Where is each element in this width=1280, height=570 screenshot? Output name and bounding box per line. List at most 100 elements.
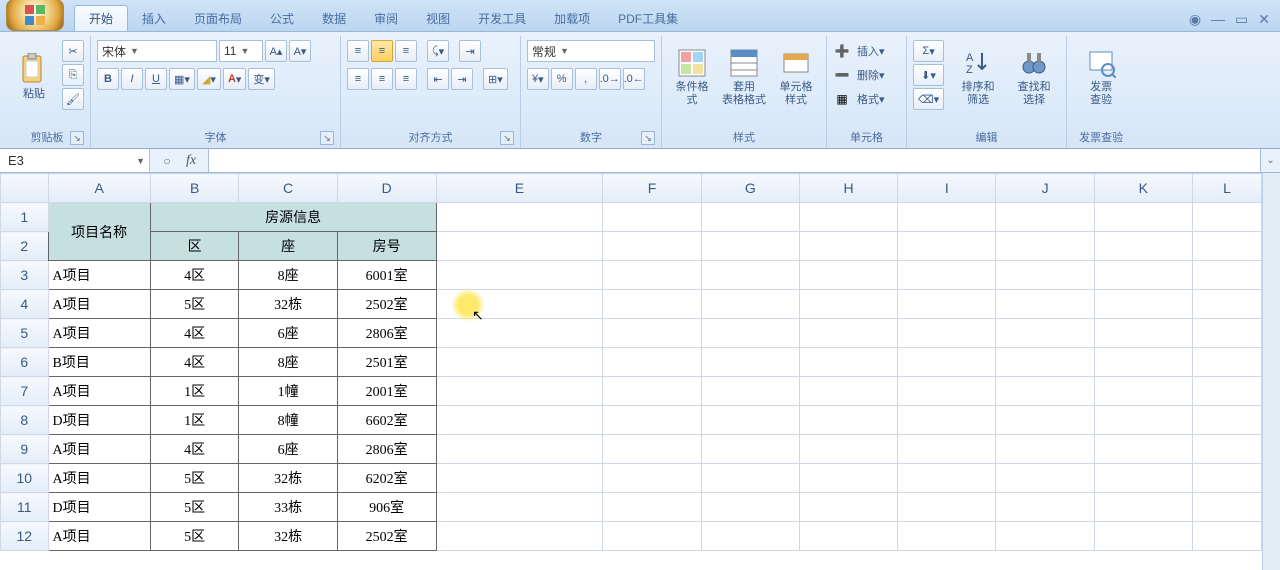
paste-button[interactable]: 粘贴 (10, 40, 58, 114)
cell[interactable] (799, 319, 897, 348)
row-header-6[interactable]: 6 (1, 348, 49, 377)
cell[interactable] (603, 522, 701, 551)
header-sub-0[interactable]: 区 (150, 232, 239, 261)
header-housing-info[interactable]: 房源信息 (150, 203, 436, 232)
cell[interactable] (898, 348, 996, 377)
cell[interactable] (436, 377, 603, 406)
cell[interactable]: 6602室 (337, 406, 436, 435)
close-icon[interactable]: ✕ (1258, 11, 1270, 28)
cell[interactable] (701, 319, 799, 348)
row-header-1[interactable]: 1 (1, 203, 49, 232)
cell[interactable] (1193, 522, 1262, 551)
minimize-icon[interactable]: — (1211, 11, 1225, 27)
cell[interactable]: A项目 (48, 319, 150, 348)
underline-button[interactable]: U (145, 68, 167, 90)
insert-cells-button[interactable]: 插入▾ (853, 40, 889, 62)
expand-icon[interactable]: ↘ (641, 131, 655, 145)
cell[interactable] (996, 319, 1094, 348)
cell[interactable] (436, 319, 603, 348)
cell[interactable] (1094, 203, 1192, 232)
increase-font-button[interactable]: A▴ (265, 40, 287, 62)
cell[interactable] (898, 319, 996, 348)
cell[interactable] (996, 377, 1094, 406)
row-header-11[interactable]: 11 (1, 493, 49, 522)
conditional-format-button[interactable]: 条件格式 (668, 40, 716, 114)
cell[interactable]: 2502室 (337, 290, 436, 319)
cell[interactable] (603, 464, 701, 493)
cell[interactable]: 8座 (239, 261, 337, 290)
cell[interactable] (1193, 435, 1262, 464)
expand-icon[interactable]: ↘ (500, 131, 514, 145)
tab-开始[interactable]: 开始 (74, 5, 128, 31)
tab-视图[interactable]: 视图 (412, 6, 464, 31)
col-header-J[interactable]: J (996, 174, 1094, 203)
italic-button[interactable]: I (121, 68, 143, 90)
cell[interactable]: 32栋 (239, 464, 337, 493)
cell[interactable]: 2001室 (337, 377, 436, 406)
cell[interactable]: 32栋 (239, 522, 337, 551)
cut-button[interactable]: ✂ (62, 40, 84, 62)
cell[interactable]: A项目 (48, 522, 150, 551)
header-project-name[interactable]: 项目名称 (48, 203, 150, 261)
cell[interactable] (1094, 261, 1192, 290)
row-header-8[interactable]: 8 (1, 406, 49, 435)
cell[interactable] (603, 203, 701, 232)
col-header-H[interactable]: H (799, 174, 897, 203)
delete-cells-button[interactable]: 删除▾ (853, 64, 889, 86)
fill-color-button[interactable]: ◢▾ (197, 68, 221, 90)
number-format-combo[interactable]: 常规▼ (527, 40, 655, 62)
cell[interactable] (1193, 261, 1262, 290)
cell[interactable] (436, 493, 603, 522)
cell[interactable] (898, 261, 996, 290)
row-header-7[interactable]: 7 (1, 377, 49, 406)
cell[interactable] (1094, 406, 1192, 435)
find-select-button[interactable]: 查找和 选择 (1008, 40, 1060, 114)
tab-PDF工具集[interactable]: PDF工具集 (604, 6, 692, 31)
cell[interactable]: 6202室 (337, 464, 436, 493)
row-header-10[interactable]: 10 (1, 464, 49, 493)
header-sub-2[interactable]: 房号 (337, 232, 436, 261)
office-button[interactable] (6, 0, 64, 31)
cell[interactable] (1193, 377, 1262, 406)
wrap-text-button[interactable]: ⇥ (459, 40, 481, 62)
cancel-formula-button[interactable]: ○ (158, 152, 176, 170)
align-center-button[interactable]: ≡ (371, 68, 393, 90)
cell[interactable] (701, 377, 799, 406)
copy-button[interactable]: ⎘ (62, 64, 84, 86)
cell[interactable]: 6座 (239, 319, 337, 348)
cell[interactable] (603, 261, 701, 290)
cell[interactable]: 6001室 (337, 261, 436, 290)
cell[interactable] (603, 435, 701, 464)
row-header-12[interactable]: 12 (1, 522, 49, 551)
cell[interactable] (701, 290, 799, 319)
cell[interactable] (799, 232, 897, 261)
expand-formula-bar-button[interactable]: ⌄ (1260, 149, 1280, 172)
cell[interactable]: 1区 (150, 377, 239, 406)
cell[interactable] (799, 464, 897, 493)
clear-button[interactable]: ⌫▾ (913, 88, 944, 110)
cell[interactable] (1094, 319, 1192, 348)
table-format-button[interactable]: 套用 表格格式 (720, 40, 768, 114)
cell[interactable]: 906室 (337, 493, 436, 522)
header-sub-1[interactable]: 座 (239, 232, 337, 261)
cell[interactable] (1193, 203, 1262, 232)
decrease-decimal-button[interactable]: .0← (623, 68, 645, 90)
invoice-check-button[interactable]: 发票 查验 (1073, 40, 1129, 114)
cell[interactable] (1193, 232, 1262, 261)
cell[interactable] (1193, 290, 1262, 319)
cell[interactable] (996, 522, 1094, 551)
cell[interactable]: D项目 (48, 493, 150, 522)
cell[interactable]: 1幢 (239, 377, 337, 406)
cell[interactable] (1094, 435, 1192, 464)
cell[interactable]: 2806室 (337, 435, 436, 464)
decrease-indent-button[interactable]: ⇤ (427, 68, 449, 90)
fill-button[interactable]: ⬇▾ (913, 64, 944, 86)
tab-数据[interactable]: 数据 (308, 6, 360, 31)
cell[interactable]: 1区 (150, 406, 239, 435)
cell[interactable] (996, 261, 1094, 290)
cell[interactable] (799, 522, 897, 551)
row-header-4[interactable]: 4 (1, 290, 49, 319)
cell[interactable] (996, 406, 1094, 435)
align-left-button[interactable]: ≡ (347, 68, 369, 90)
cell[interactable] (1094, 290, 1192, 319)
